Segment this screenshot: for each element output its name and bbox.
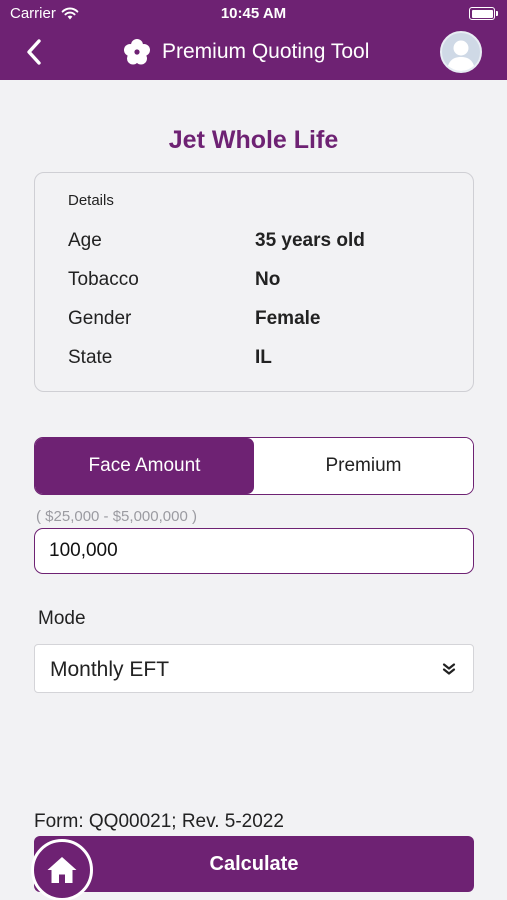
detail-value: Female: [255, 308, 321, 329]
chevron-down-double-icon: [442, 663, 456, 675]
calculate-button[interactable]: Calculate: [34, 836, 474, 892]
form-identifier: Form: QQ00021; Rev. 5-2022: [34, 811, 284, 832]
detail-row-tobacco: Tobacco No: [68, 269, 468, 295]
back-button[interactable]: [20, 36, 48, 68]
battery-icon: [469, 7, 498, 20]
detail-label: Age: [68, 230, 102, 251]
nav-title: Premium Quoting Tool: [162, 40, 370, 63]
detail-row-age: Age 35 years old: [68, 230, 468, 256]
face-amount-input[interactable]: [34, 528, 474, 574]
detail-value: IL: [255, 347, 272, 368]
detail-row-gender: Gender Female: [68, 308, 468, 334]
amount-range-hint: ( $25,000 - $5,000,000 ): [36, 508, 197, 525]
detail-label: Tobacco: [68, 269, 139, 290]
user-avatar-icon: [447, 40, 475, 71]
status-bar: Carrier 10:45 AM: [0, 0, 507, 28]
segment-premium[interactable]: Premium: [254, 438, 473, 494]
detail-value: 35 years old: [255, 230, 365, 251]
mode-label: Mode: [38, 608, 86, 629]
quote-type-segmented-control: Face Amount Premium: [34, 437, 474, 495]
flower-logo-icon: [124, 39, 150, 65]
details-heading: Details: [68, 192, 114, 209]
detail-row-state: State IL: [68, 347, 468, 373]
detail-value: No: [255, 269, 281, 290]
status-time: 10:45 AM: [220, 5, 287, 22]
product-title: Jet Whole Life: [168, 126, 339, 154]
detail-label: State: [68, 347, 113, 368]
mode-selected-value: Monthly EFT: [50, 658, 170, 681]
app-header: Carrier 10:45 AM Premium Quoting Tool: [0, 0, 507, 80]
back-chevron-icon: [27, 39, 41, 65]
home-icon: [47, 857, 77, 883]
segment-face-amount[interactable]: Face Amount: [35, 438, 254, 494]
mode-select[interactable]: Monthly EFT: [34, 644, 474, 693]
profile-avatar-button[interactable]: [440, 31, 482, 73]
details-card: Details Age 35 years old Tobacco No Gend…: [34, 172, 474, 392]
detail-label: Gender: [68, 308, 132, 329]
nav-title-group: Premium Quoting Tool: [122, 37, 369, 67]
home-button[interactable]: [31, 839, 93, 900]
